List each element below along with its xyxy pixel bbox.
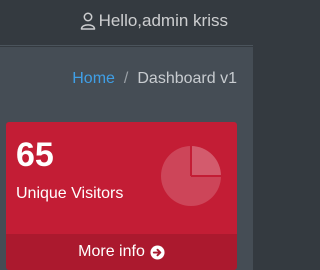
arrow-circle-right-icon: [150, 244, 165, 260]
breadcrumb: Home / Dashboard v1: [72, 70, 237, 88]
breadcrumb-home-link[interactable]: Home: [72, 70, 115, 88]
pie-chart-icon: [161, 146, 221, 206]
card-label: Unique Visitors: [16, 185, 124, 202]
user-icon: [80, 12, 95, 30]
top-navbar: Hello,admin kriss: [0, 0, 253, 46]
card-value: 65: [16, 136, 54, 174]
more-info-label: More info: [78, 243, 145, 260]
user-menu[interactable]: Hello,admin kriss: [80, 11, 228, 31]
user-greeting: Hello,admin kriss: [98, 11, 228, 30]
content-area: Home / Dashboard v1 65 Unique Visitors M…: [0, 47, 253, 270]
more-info-link[interactable]: More info: [6, 234, 237, 270]
breadcrumb-separator: /: [123, 70, 129, 87]
unique-visitors-card: 65 Unique Visitors More info: [6, 122, 237, 270]
breadcrumb-current: Dashboard v1: [137, 70, 237, 87]
